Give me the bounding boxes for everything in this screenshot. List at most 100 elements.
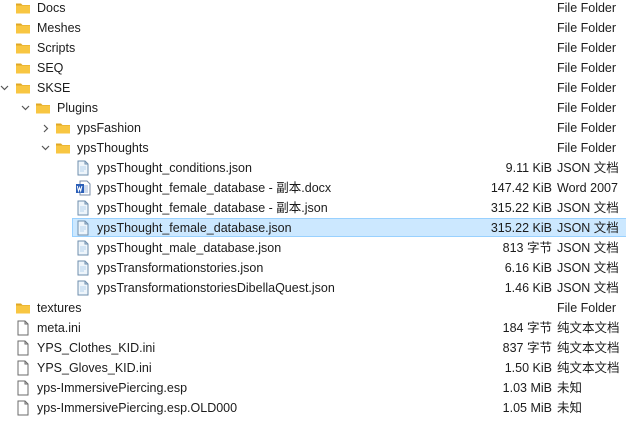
item-size: 813 字节 [502, 241, 552, 255]
item-size: 6.16 KiB [504, 261, 552, 275]
folder-icon [15, 40, 31, 56]
item-name: SEQ [37, 61, 64, 75]
item-name: meta.ini [37, 321, 81, 335]
item-size: 1.50 KiB [504, 361, 552, 375]
folder-row[interactable]: SEQ File Folder [0, 58, 626, 78]
file-row[interactable]: yps-ImmersivePiercing.esp 1.03 MiB 未知 [0, 378, 626, 398]
item-name: ypsThought_male_database.json [97, 241, 282, 255]
item-name: yps-ImmersivePiercing.esp.OLD000 [37, 401, 238, 415]
item-name: Scripts [37, 41, 76, 55]
item-type: File Folder [557, 121, 617, 135]
file-row[interactable]: ypsTransformationstories.json 6.16 KiB JSO… [0, 258, 626, 278]
item-name: ypsTransformationstories.json [97, 261, 264, 275]
json-file-icon [75, 240, 91, 256]
blank-file-icon [15, 340, 31, 356]
item-name: textures [37, 301, 82, 315]
item-type: JSON 文档 [557, 281, 619, 295]
folder-icon [15, 20, 31, 36]
file-row[interactable]: ypsThought_female_database - 副本.docx 147.… [0, 178, 626, 198]
item-type: 纯文本文档 [557, 321, 620, 335]
item-type: File Folder [557, 41, 617, 55]
item-type: File Folder [557, 21, 617, 35]
item-type: File Folder [557, 101, 617, 115]
item-size: 147.42 KiB [490, 181, 552, 195]
item-name: ypsThought_female_database - 副本.docx [97, 181, 332, 195]
item-type: File Folder [557, 1, 617, 15]
item-type: File Folder [557, 61, 617, 75]
folder-row[interactable]: Meshes File Folder [0, 18, 626, 38]
item-type: JSON 文档 [557, 261, 619, 275]
item-name: ypsThoughts [77, 141, 149, 155]
item-size: 1.05 MiB [502, 401, 552, 415]
folder-row[interactable]: Docs File Folder [0, 0, 626, 18]
folder-icon [55, 120, 71, 136]
file-row[interactable]: YPS_Gloves_KID.ini 1.50 KiB 纯文本文档 [0, 358, 626, 378]
item-name: YPS_Clothes_KID.ini [37, 341, 156, 355]
json-file-icon [75, 280, 91, 296]
blank-file-icon [15, 380, 31, 396]
item-type: 纯文本文档 [557, 361, 620, 375]
folder-icon [55, 140, 71, 156]
chevron-down-icon[interactable] [0, 78, 10, 98]
item-type: File Folder [557, 81, 617, 95]
item-type: 未知 [557, 401, 583, 415]
item-name: ypsFashion [77, 121, 141, 135]
item-size: 1.46 KiB [504, 281, 552, 295]
item-type: File Folder [557, 141, 617, 155]
file-row[interactable]: meta.ini 184 字节 纯文本文档 [0, 318, 626, 338]
folder-icon [15, 60, 31, 76]
json-file-icon [75, 200, 91, 216]
item-name: ypsTransformationstoriesDibellaQuest.jso… [97, 281, 335, 295]
item-name: ypsThought_conditions.json [97, 161, 252, 175]
item-name: Docs [37, 1, 66, 15]
file-row[interactable]: ypsThought_male_database.json 813 字节 JSON … [0, 238, 626, 258]
item-name: ypsThought_female_database - 副本.json [97, 201, 328, 215]
folder-row[interactable]: Plugins File Folder [0, 98, 626, 118]
folder-row[interactable]: SKSE File Folder [0, 78, 626, 98]
file-row[interactable]: ypsThought_female_database.json 315.22 Ki… [0, 218, 626, 238]
file-row[interactable]: ypsThought_conditions.json 9.11 KiB JSON 文… [0, 158, 626, 178]
item-size: 9.11 KiB [505, 161, 552, 175]
file-tree: Docs File Folder Meshes File Folder Scripts F… [0, 0, 626, 418]
folder-row[interactable]: ypsThoughts File Folder [0, 138, 626, 158]
chevron-right-icon[interactable] [39, 118, 51, 138]
item-type: JSON 文档 [557, 221, 619, 235]
item-type: JSON 文档 [557, 201, 619, 215]
item-size: 184 字节 [502, 321, 552, 335]
folder-row[interactable]: Scripts File Folder [0, 38, 626, 58]
item-size: 315.22 KiB [490, 221, 552, 235]
item-name: Meshes [37, 21, 81, 35]
folder-icon [35, 100, 51, 116]
item-type: 纯文本文档 [557, 341, 620, 355]
item-type: 未知 [557, 381, 583, 395]
file-row[interactable]: ypsThought_female_database - 副本.json 315.… [0, 198, 626, 218]
folder-icon [15, 80, 31, 96]
chevron-down-icon[interactable] [39, 138, 51, 158]
item-type: JSON 文档 [557, 161, 619, 175]
item-name: SKSE [37, 81, 71, 95]
file-row[interactable]: yps-ImmersivePiercing.esp.OLD000 1.05 MiB… [0, 398, 626, 418]
item-name: ypsThought_female_database.json [97, 221, 292, 235]
item-type: Word 2007 [557, 181, 618, 195]
item-type: File Folder [557, 301, 617, 315]
json-file-icon [75, 260, 91, 276]
blank-file-icon [15, 360, 31, 376]
blank-file-icon [15, 400, 31, 416]
blank-file-icon [15, 320, 31, 336]
chevron-down-icon[interactable] [19, 98, 31, 118]
json-file-icon [75, 160, 91, 176]
folder-row[interactable]: ypsFashion File Folder [0, 118, 626, 138]
json-file-icon [75, 220, 91, 236]
item-size: 315.22 KiB [490, 201, 552, 215]
item-name: yps-ImmersivePiercing.esp [37, 381, 188, 395]
item-size: 1.03 MiB [502, 381, 552, 395]
file-row[interactable]: YPS_Clothes_KID.ini 837 字节 纯文本文档 [0, 338, 626, 358]
word-document-icon [75, 180, 91, 196]
folder-icon [15, 0, 31, 16]
folder-row[interactable]: textures File Folder [0, 298, 626, 318]
item-type: JSON 文档 [557, 241, 619, 255]
item-name: Plugins [57, 101, 98, 115]
item-name: YPS_Gloves_KID.ini [37, 361, 152, 375]
folder-icon [15, 300, 31, 316]
file-row[interactable]: ypsTransformationstoriesDibellaQuest.jso… [0, 278, 626, 298]
